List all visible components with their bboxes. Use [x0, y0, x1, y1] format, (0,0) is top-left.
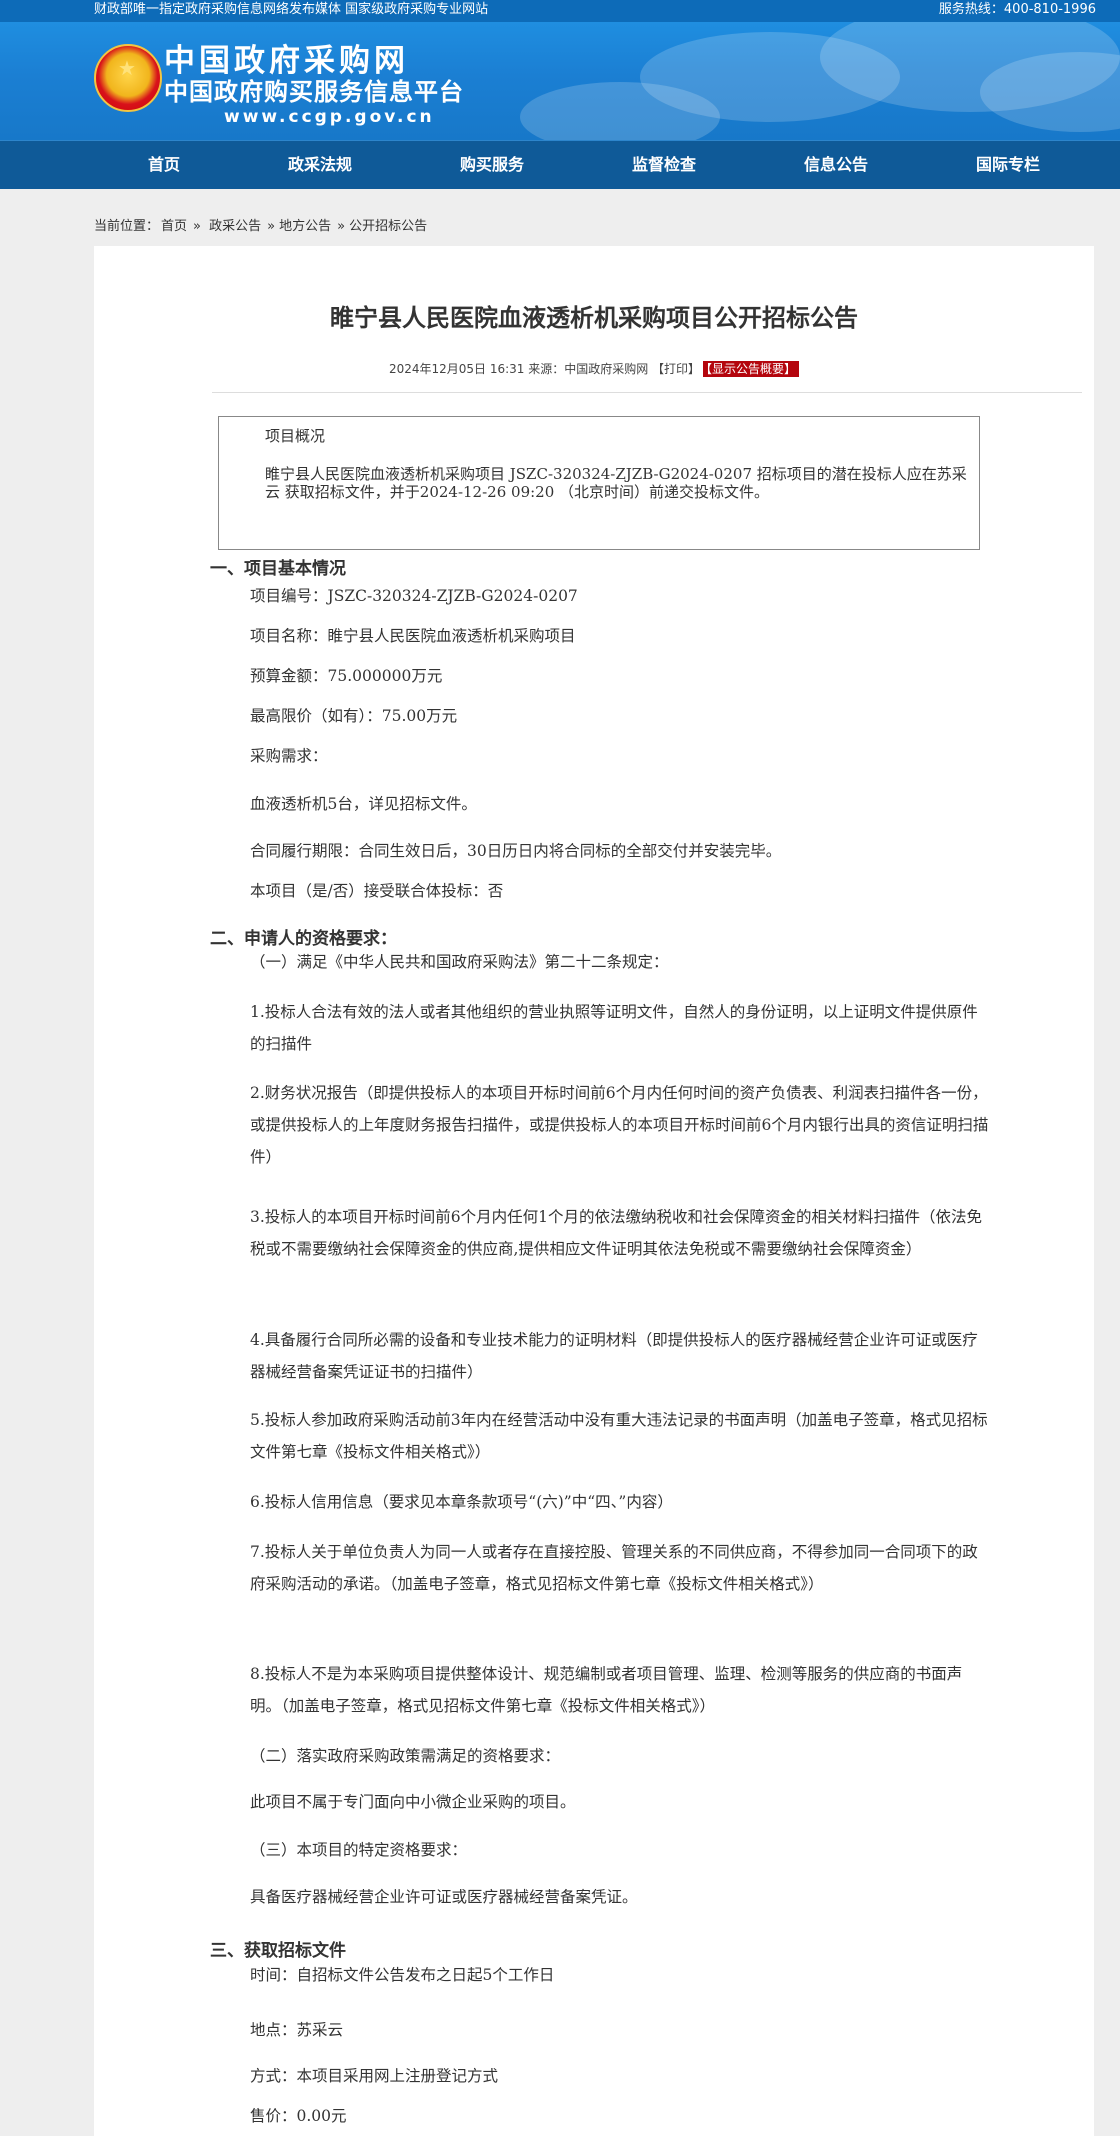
- paragraph: 具备医疗器械经营企业许可证或医疗器械经营备案凭证。: [250, 1888, 638, 1906]
- paragraph: 1.投标人合法有效的法人或者其他组织的营业执照等证明文件，自然人的身份证明，以上…: [250, 1003, 978, 1053]
- content-panel: 睢宁县人民医院血液透析机采购项目公开招标公告 2024年12月05日 16:31…: [94, 246, 1094, 2136]
- paragraph: 方式：本项目采用网上注册登记方式: [250, 2067, 499, 2085]
- paragraph: 3.投标人的本项目开标时间前6个月内任何1个月的依法缴纳税收和社会保障资金的相关…: [250, 1208, 983, 1258]
- paragraph: （一）满足《中华人民共和国政府采购法》第二十二条规定：: [250, 953, 669, 971]
- summary-body: 睢宁县人民医院血液透析机采购项目 JSZC-320324-ZJZB-G2024-…: [265, 465, 967, 501]
- paragraph: 最高限价（如有）：75.00万元: [250, 707, 458, 725]
- paragraph: 2.财务状况报告（即提供投标人的本项目开标时间前6个月内任何时间的资产负债表、利…: [250, 1084, 989, 1166]
- paragraph: 时间：自招标文件公告发布之日起5个工作日: [250, 1966, 555, 1984]
- paragraph: 本项目（是/否）接受联合体投标：否: [250, 882, 504, 900]
- summary-box: 项目概况 睢宁县人民医院血液透析机采购项目 JSZC-320324-ZJZB-G…: [218, 416, 980, 550]
- site-logo[interactable]: 中国政府采购网 中国政府购买服务信息平台 www.ccgp.gov.cn: [164, 44, 464, 128]
- nav-announcements[interactable]: 信息公告: [776, 141, 896, 189]
- paragraph: （二）落实政府采购政策需满足的资格要求：: [250, 1747, 561, 1765]
- paragraph: 合同履行期限：合同生效日后，30日历日内将合同标的全部交付并安装完毕。: [250, 842, 782, 860]
- paragraph: 售价：0.00元: [250, 2107, 347, 2125]
- logo-subtitle: 中国政府购买服务信息平台: [164, 78, 464, 106]
- page-title: 睢宁县人民医院血液透析机采购项目公开招标公告: [330, 304, 858, 332]
- paragraph: 项目名称：睢宁县人民医院血液透析机采购项目: [250, 627, 576, 645]
- paragraph: 此项目不属于专门面向中小微企业采购的项目。: [250, 1793, 576, 1811]
- breadcrumb-tender[interactable]: 公开招标公告: [349, 219, 427, 234]
- nav-purchase-services[interactable]: 购买服务: [432, 141, 552, 189]
- site-slogan: 财政部唯一指定政府采购信息网络发布媒体 国家级政府采购专业网站: [94, 2, 489, 17]
- breadcrumb-local[interactable]: 地方公告: [279, 219, 331, 234]
- paragraph: 血液透析机5台，详见招标文件。: [250, 795, 477, 813]
- logo-title: 中国政府采购网: [164, 43, 409, 79]
- nav-home[interactable]: 首页: [104, 141, 224, 189]
- section-heading: 三、获取招标文件: [210, 1941, 346, 1961]
- breadcrumb-announcements[interactable]: 政采公告: [209, 219, 261, 234]
- nav-regulations[interactable]: 政采法规: [260, 141, 380, 189]
- main-nav: 首页 政采法规 购买服务 监督检查 信息公告 国际专栏: [0, 140, 1120, 189]
- paragraph: 4.具备履行合同所必需的设备和专业技术能力的证明材料（即提供投标人的医疗器械经营…: [250, 1331, 978, 1381]
- paragraph: 采购需求：: [250, 747, 328, 765]
- paragraph: 项目编号：JSZC-320324-ZJZB-G2024-0207: [250, 587, 578, 605]
- divider: [212, 392, 1082, 393]
- show-summary-button[interactable]: 【显示公告概要】: [703, 361, 800, 377]
- breadcrumb-home[interactable]: 首页: [161, 219, 187, 234]
- site-header: ★ 中国政府采购网 中国政府购买服务信息平台 www.ccgp.gov.cn: [0, 22, 1120, 140]
- meta-text: 2024年12月05日 16:31 来源：中国政府采购网 【打印】: [388, 362, 701, 376]
- paragraph: 7.投标人关于单位负责人为同一人或者存在直接控股、管理关系的不同供应商，不得参加…: [250, 1543, 978, 1593]
- nav-supervision[interactable]: 监督检查: [604, 141, 724, 189]
- top-strip: 财政部唯一指定政府采购信息网络发布媒体 国家级政府采购专业网站 服务热线：400…: [0, 0, 1120, 22]
- paragraph: （三）本项目的特定资格要求：: [250, 1841, 468, 1859]
- breadcrumb-label: 当前位置：: [94, 219, 160, 234]
- paragraph: 地点：苏采云: [250, 2021, 344, 2039]
- paragraph: 预算金额：75.000000万元: [250, 667, 443, 685]
- paragraph: 6.投标人信用信息（要求见本章条款项号“(六)”中“四、”内容）: [250, 1493, 673, 1511]
- summary-title: 项目概况: [265, 427, 326, 445]
- service-hotline: 服务热线：400-810-1996: [938, 2, 1096, 17]
- paragraph: 8.投标人不是为本采购项目提供整体设计、规范编制或者项目管理、监理、检测等服务的…: [250, 1665, 963, 1715]
- nav-international[interactable]: 国际专栏: [948, 141, 1068, 189]
- section-heading: 一、项目基本情况: [210, 559, 346, 579]
- national-emblem-icon: ★: [94, 44, 162, 112]
- logo-url: www.ccgp.gov.cn: [224, 107, 435, 127]
- breadcrumb: 当前位置： 首页» 政采公告» 地方公告» 公开招标公告: [94, 219, 428, 234]
- paragraph: 5.投标人参加政府采购活动前3年内在经营活动中没有重大违法记录的书面声明（加盖电…: [250, 1411, 988, 1461]
- article-meta: 2024年12月05日 16:31 来源：中国政府采购网 【打印】 【显示公告概要…: [94, 360, 1094, 377]
